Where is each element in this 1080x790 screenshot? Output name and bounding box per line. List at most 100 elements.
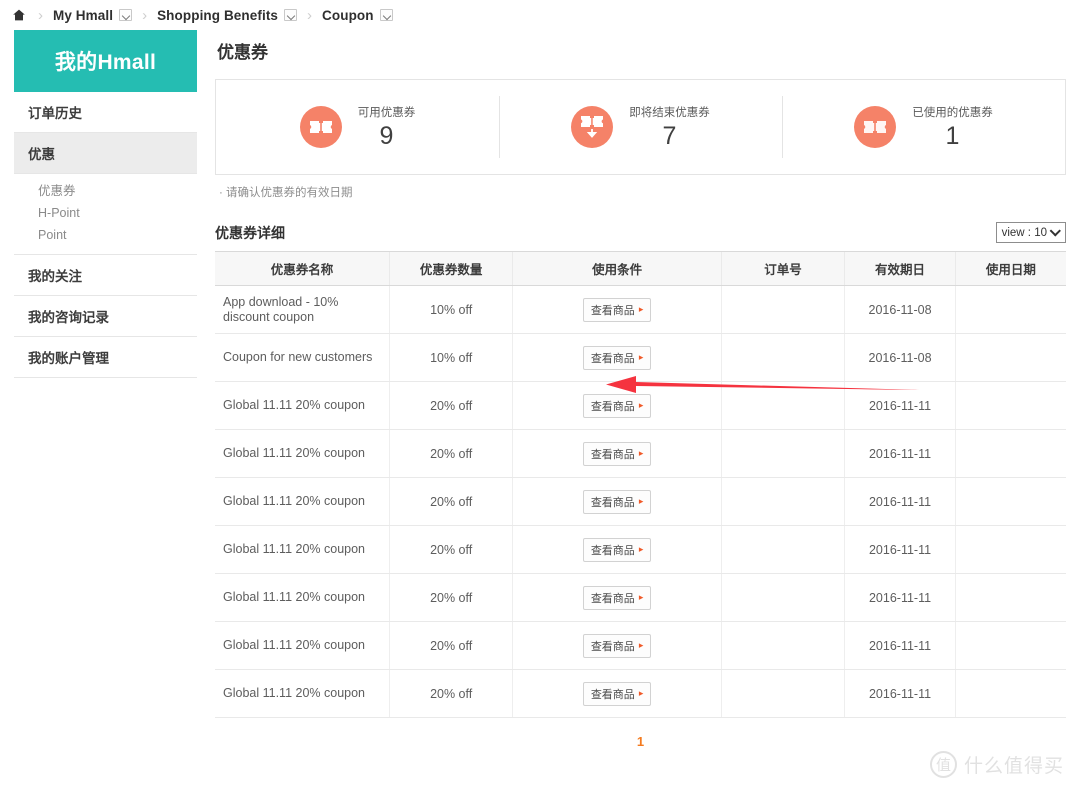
cell-usage-condition: 查看商品 ▸	[512, 477, 722, 526]
summary-label: 已使用的优惠券	[912, 107, 993, 119]
chevron-down-icon[interactable]	[284, 9, 298, 21]
sidebar-subitem-coupon[interactable]: 优惠券	[14, 180, 197, 202]
view-products-label: 查看商品	[590, 688, 635, 701]
cell-order-no	[720, 525, 845, 574]
view-products-label: 查看商品	[590, 304, 635, 317]
table-row: Global 11.11 20% coupon 20% off 查看商品 ▸ 2016-…	[215, 429, 1066, 478]
home-icon[interactable]	[12, 8, 26, 22]
table-row: Coupon for new customers 10% off 查看商品 ▸ 2016…	[215, 333, 1066, 382]
cell-valid-date: 2016-11-11	[844, 669, 956, 718]
view-products-label: 查看商品	[590, 352, 635, 365]
table-row: Global 11.11 20% coupon 20% off 查看商品 ▸ 2016-…	[215, 525, 1066, 574]
view-products-button[interactable]: 查看商品 ▸	[582, 441, 652, 466]
cell-coupon-amount: 20% off	[388, 525, 513, 574]
cell-order-no	[720, 573, 845, 622]
view-products-button[interactable]: 查看商品 ▸	[582, 489, 652, 514]
cell-order-no	[720, 333, 845, 382]
cell-order-no	[720, 429, 845, 478]
view-products-label: 查看商品	[590, 496, 635, 509]
sidebar-item-my-follows[interactable]: 我的关注	[14, 255, 197, 296]
cell-order-no	[720, 621, 845, 670]
cell-used-date	[954, 573, 1066, 622]
summary-card-available: 可用优惠券 9	[216, 96, 499, 158]
view-products-button[interactable]: 查看商品 ▸	[582, 681, 652, 706]
chevron-right-icon: ▸	[638, 496, 644, 506]
chevron-right-icon: ▸	[638, 448, 644, 458]
view-count-select[interactable]: view : 10	[995, 222, 1066, 243]
view-products-label: 查看商品	[590, 400, 635, 413]
cell-usage-condition: 查看商品 ▸	[512, 429, 722, 478]
view-products-button[interactable]: 查看商品 ▸	[582, 393, 652, 418]
cell-order-no	[720, 285, 845, 334]
cell-valid-date: 2016-11-11	[844, 381, 956, 430]
coupon-expiring-icon	[571, 106, 614, 148]
view-products-button[interactable]: 查看商品 ▸	[582, 633, 652, 658]
sidebar-subitem-point[interactable]: Point	[14, 224, 197, 246]
cell-valid-date: 2016-11-11	[844, 429, 956, 478]
cell-coupon-name: Global 11.11 20% coupon	[215, 477, 390, 526]
sidebar-item-order-history[interactable]: 订单历史	[14, 92, 197, 133]
chevron-right-icon: ▸	[638, 688, 644, 698]
cell-used-date	[954, 525, 1066, 574]
summary-value: 1	[945, 122, 960, 150]
sidebar-item-benefits[interactable]: 优惠	[14, 133, 197, 174]
chevron-down-icon[interactable]	[119, 9, 133, 21]
coupon-detail-table: 优惠券名称 优惠券数量 使用条件 订单号 有效期日 使用日期 App downl…	[215, 251, 1066, 718]
table-row: Global 11.11 20% coupon 20% off 查看商品 ▸ 2016-…	[215, 621, 1066, 670]
view-products-button[interactable]: 查看商品 ▸	[582, 585, 652, 610]
table-row: Global 11.11 20% coupon 20% off 查看商品 ▸ 2016-…	[215, 381, 1066, 430]
coupon-used-icon	[854, 106, 897, 148]
breadcrumb-separator-0: ›	[38, 6, 43, 24]
cell-valid-date: 2016-11-11	[844, 621, 956, 670]
cell-usage-condition: 查看商品 ▸	[512, 669, 722, 718]
view-products-button[interactable]: 查看商品 ▸	[582, 537, 652, 562]
cell-valid-date: 2016-11-11	[844, 525, 956, 574]
cell-order-no	[720, 477, 845, 526]
sidebar-subitem-h-point[interactable]: H-Point	[14, 202, 197, 224]
cell-coupon-name: Global 11.11 20% coupon	[215, 621, 390, 670]
coupon-summary-panel: 可用优惠券 9 即将结束优惠券 7 已使用的优惠券 1	[215, 79, 1066, 175]
sidebar: 我的Hmall 订单历史 优惠 优惠券 H-Point Point 我的关注 我…	[14, 30, 197, 378]
column-header-conditions: 使用条件	[512, 251, 722, 286]
summary-card-used: 已使用的优惠券 1	[782, 96, 1065, 158]
chevron-right-icon: ▸	[638, 352, 644, 362]
cell-coupon-name: Global 11.11 20% coupon	[215, 525, 390, 574]
cell-usage-condition: 查看商品 ▸	[512, 381, 722, 430]
chevron-right-icon: ▸	[638, 640, 644, 650]
cell-usage-condition: 查看商品 ▸	[512, 333, 722, 382]
table-row: Global 11.11 20% coupon 20% off 查看商品 ▸ 2016-…	[215, 477, 1066, 526]
cell-usage-condition: 查看商品 ▸	[512, 621, 722, 670]
cell-valid-date: 2016-11-11	[844, 573, 956, 622]
breadcrumb-item-shopping-benefits[interactable]: Shopping Benefits	[157, 7, 298, 23]
breadcrumb-label: My Hmall	[53, 7, 114, 23]
cell-coupon-name: Global 11.11 20% coupon	[215, 573, 390, 622]
column-header-order-no: 订单号	[720, 251, 845, 286]
sidebar-item-my-account[interactable]: 我的账户管理	[14, 337, 197, 378]
summary-value: 9	[379, 122, 394, 150]
breadcrumb-label: Shopping Benefits	[157, 7, 279, 23]
chevron-down-icon	[1049, 224, 1061, 237]
breadcrumb: › My Hmall › Shopping Benefits › Coupon	[0, 0, 1080, 30]
cell-usage-condition: 查看商品 ▸	[512, 285, 722, 334]
page-title: 优惠券	[217, 43, 268, 62]
sidebar-item-my-inquiries[interactable]: 我的咨询记录	[14, 296, 197, 337]
sidebar-title: 我的Hmall	[14, 30, 197, 92]
view-count-label: view : 10	[1001, 226, 1047, 239]
cell-coupon-amount: 20% off	[388, 669, 513, 718]
validity-notice: · 请确认优惠券的有效日期	[219, 187, 353, 199]
view-products-button[interactable]: 查看商品 ▸	[582, 345, 652, 370]
breadcrumb-item-my-hmall[interactable]: My Hmall	[53, 7, 133, 23]
breadcrumb-item-coupon[interactable]: Coupon	[322, 8, 393, 23]
chevron-right-icon: ▸	[638, 304, 644, 314]
chevron-down-icon[interactable]	[379, 9, 393, 21]
pagination-page-1[interactable]: 1	[637, 734, 644, 749]
main-content: 优惠券 可用优惠券 9 即将结束优惠券 7 已使用的优惠券 1 · 请确认优惠券…	[197, 30, 1080, 749]
view-products-button[interactable]: 查看商品 ▸	[582, 297, 652, 322]
watermark-logo-icon: 值	[929, 751, 957, 778]
cell-coupon-name: Global 11.11 20% coupon	[215, 381, 390, 430]
cell-order-no	[720, 669, 845, 718]
cell-used-date	[954, 285, 1066, 334]
cell-coupon-amount: 20% off	[388, 621, 513, 670]
cell-coupon-amount: 20% off	[388, 429, 513, 478]
cell-coupon-name: Coupon for new customers	[215, 333, 390, 382]
